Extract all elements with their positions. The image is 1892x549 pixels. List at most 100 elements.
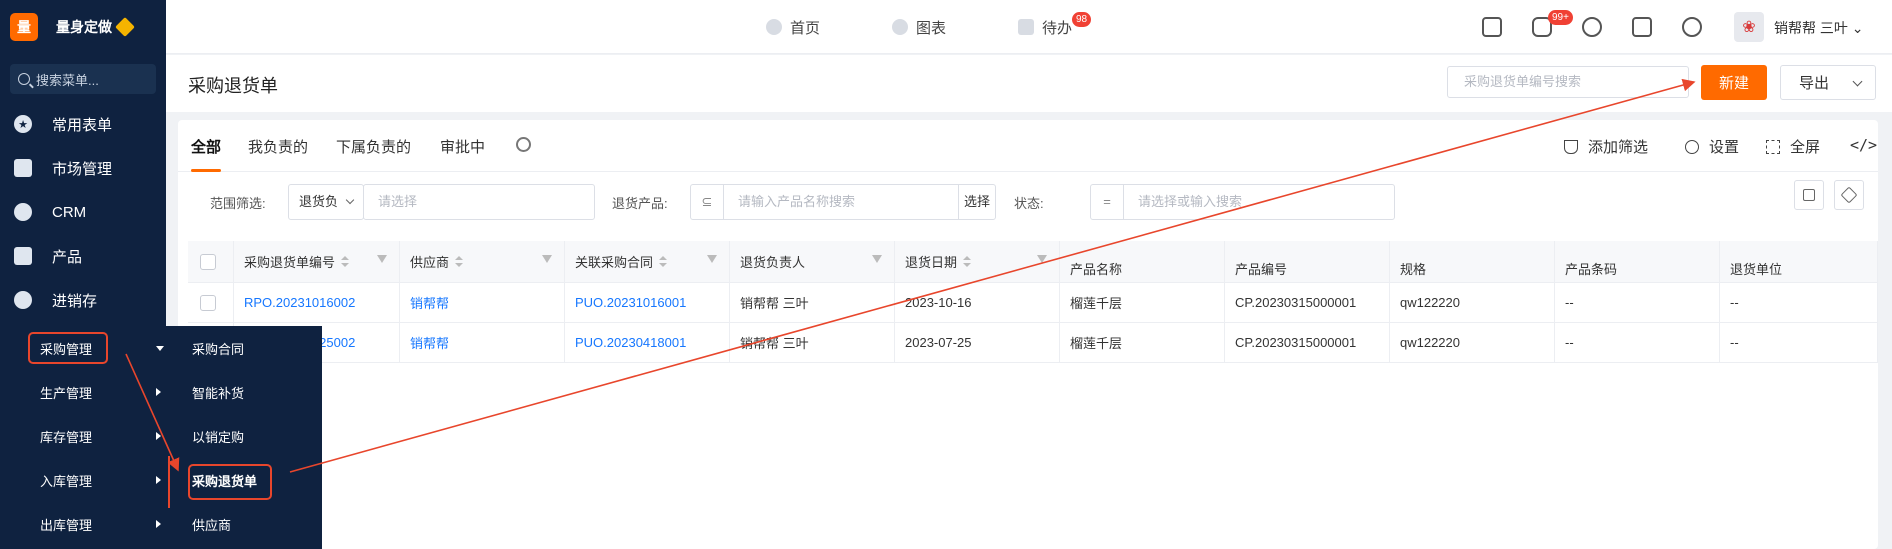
column-filter-icon[interactable] [542,255,552,265]
help-icon[interactable] [1582,17,1602,37]
cell-spec: qw122220 [1390,323,1555,362]
sidebar-item-inventory[interactable]: 进销存 [0,278,166,322]
checkbox[interactable] [200,294,216,311]
tab-mine[interactable]: 我负责的 [248,136,308,157]
pin-button[interactable] [1834,180,1864,210]
sidebar-item-label: CRM [52,203,87,221]
tab-approving[interactable]: 审批中 [440,136,485,157]
supplier-link[interactable]: 销帮帮 [410,293,449,312]
col-spec-label: 规格 [1400,262,1427,277]
submenu-supplier[interactable]: 供应商 [170,502,322,546]
print-button[interactable] [1794,180,1824,210]
print-icon [1803,189,1815,201]
table-row[interactable]: RPO.20230725002 销帮帮 PUO.20230418001 销帮帮 … [188,323,1878,363]
submenu-sales-based-purchase[interactable]: 以销定购 [170,414,322,458]
range-select-value: 退货负 [299,194,339,209]
nav-home[interactable]: 首页 [766,0,820,54]
sort-icon[interactable] [963,255,972,268]
col-barcode: 产品条码 [1555,241,1720,282]
clipboard-icon [14,159,32,177]
cell-supplier[interactable]: 销帮帮 [400,283,565,322]
product-select-button[interactable]: 选择 [958,184,996,220]
content-card: 全部 我负责的 下属负责的 审批中 添加筛选 设置 全屏 </> 范围筛选: 退… [178,120,1878,549]
product-operator[interactable]: ⊆ [690,184,724,220]
status-input[interactable]: 请选择或输入搜索 [1123,184,1395,220]
col-supplier[interactable]: 供应商 [400,241,565,282]
sort-icon[interactable] [455,255,464,268]
settings-button[interactable]: 设置 [1685,136,1739,157]
return-no-link[interactable]: RPO.20231016002 [244,295,355,310]
tab-subordinate[interactable]: 下属负责的 [336,136,411,157]
header-select-all[interactable] [188,241,234,282]
menu-outbound-management[interactable]: 出库管理 [0,502,170,546]
add-filter-button[interactable]: 添加筛选 [1564,136,1648,157]
submenu-flyout: 采购管理 生产管理 库存管理 入库管理 出库管理 采购合同 智能补货 以销定购 … [0,326,322,549]
search-input[interactable]: 采购退货单编号搜索 [1447,66,1689,98]
annotation-marker [168,456,170,508]
brand[interactable]: 量 量身定做 [0,0,166,54]
code-icon[interactable]: </> [1850,136,1877,154]
supplier-link[interactable]: 销帮帮 [410,333,449,352]
star-icon: ★ [14,115,32,133]
tab-all[interactable]: 全部 [191,136,221,157]
settings-gear-icon[interactable] [1682,17,1702,37]
column-filter-icon[interactable] [1037,255,1047,265]
sidebar-item-marketing[interactable]: 市场管理 [0,146,166,190]
apps-grid-icon[interactable] [1632,17,1652,37]
product-search-input[interactable]: 请输入产品名称搜索 [723,184,959,220]
column-filter-icon[interactable] [707,255,717,265]
col-owner[interactable]: 退货负责人 [730,241,895,282]
sort-icon[interactable] [341,255,350,268]
col-contract[interactable]: 关联采购合同 [565,241,730,282]
contract-link[interactable]: PUO.20231016001 [575,295,686,310]
nav-todo[interactable]: 待办 [1018,0,1072,54]
col-return-no-label: 采购退货单编号 [244,255,336,270]
menu-label: 生产管理 [40,385,93,401]
cubes-icon [14,247,32,265]
fullscreen-button[interactable]: 全屏 [1766,136,1820,157]
column-filter-icon[interactable] [872,255,882,265]
cell-supplier[interactable]: 销帮帮 [400,323,565,362]
column-filter-icon[interactable] [377,255,387,265]
menu-inbound-management[interactable]: 入库管理 [0,458,170,502]
col-date[interactable]: 退货日期 [895,241,1060,282]
menu-stock-management[interactable]: 库存管理 [0,414,170,458]
diamond-icon [115,17,135,37]
mail-icon[interactable] [1482,17,1502,37]
highlight-box [188,464,272,500]
checkbox[interactable] [200,253,216,270]
message-badge: 99+ [1548,10,1573,25]
menu-search-placeholder: 搜索菜单... [36,72,99,88]
row-select[interactable] [188,283,234,322]
menu-production-management[interactable]: 生产管理 [0,370,170,414]
pin-icon [1840,186,1858,204]
range-select[interactable]: 退货负 [288,184,364,220]
user-name[interactable]: 销帮帮 三叶 ⌄ [1774,18,1864,38]
sidebar-item-products[interactable]: 产品 [0,234,166,278]
submenu-smart-replenish[interactable]: 智能补货 [170,370,322,414]
status-operator[interactable]: = [1090,184,1124,220]
cell-contract[interactable]: PUO.20230418001 [565,323,730,362]
export-button[interactable]: 导出 [1780,65,1876,100]
menu-search-input[interactable]: 搜索菜单... [10,64,156,94]
submenu-purchase-contract[interactable]: 采购合同 [170,326,322,370]
tab-settings-icon[interactable] [516,137,531,152]
caret-right-icon [156,388,161,396]
caret-down-icon [156,345,164,351]
nav-charts-label: 图表 [916,19,947,37]
col-contract-label: 关联采购合同 [575,255,654,270]
sidebar-item-common-forms[interactable]: ★ 常用表单 [0,102,166,146]
range-filter-label: 范围筛选: [210,196,266,211]
cell-return-no[interactable]: RPO.20231016002 [234,283,400,322]
cell-contract[interactable]: PUO.20231016001 [565,283,730,322]
range-input[interactable]: 请选择 [363,184,595,220]
sidebar-item-crm[interactable]: CRM [0,190,166,234]
col-return-no[interactable]: 采购退货单编号 [234,241,400,282]
sort-icon[interactable] [659,255,668,268]
contract-link[interactable]: PUO.20230418001 [575,335,686,350]
caret-right-icon [156,476,161,484]
avatar[interactable]: ❀ [1734,12,1764,42]
new-button[interactable]: 新建 [1701,65,1767,100]
table-row[interactable]: RPO.20231016002 销帮帮 PUO.20231016001 销帮帮 … [188,283,1878,323]
nav-charts[interactable]: 图表 [892,0,946,54]
